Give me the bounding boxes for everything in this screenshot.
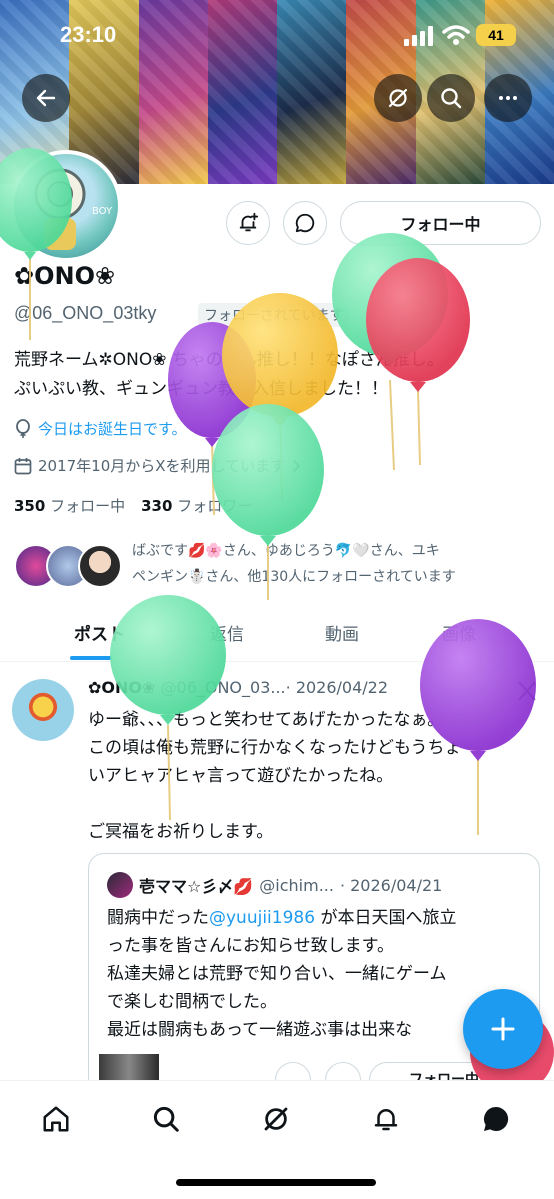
nav-home[interactable] — [38, 1101, 74, 1137]
nav-messages[interactable] — [478, 1101, 514, 1137]
balloon — [212, 404, 324, 600]
chat-icon — [483, 1106, 509, 1131]
home-icon — [43, 1106, 69, 1132]
balloon — [366, 258, 470, 466]
search-icon — [153, 1106, 179, 1132]
grok-icon — [264, 1107, 288, 1131]
bell-icon — [374, 1109, 398, 1131]
home-indicator — [176, 1179, 376, 1186]
balloon — [110, 595, 226, 821]
nav-notifications[interactable] — [368, 1101, 404, 1137]
birthday-balloons — [0, 148, 536, 835]
balloon — [0, 148, 72, 340]
nav-explore[interactable] — [148, 1101, 184, 1137]
balloon — [420, 619, 536, 835]
nav-grok[interactable] — [258, 1101, 294, 1137]
